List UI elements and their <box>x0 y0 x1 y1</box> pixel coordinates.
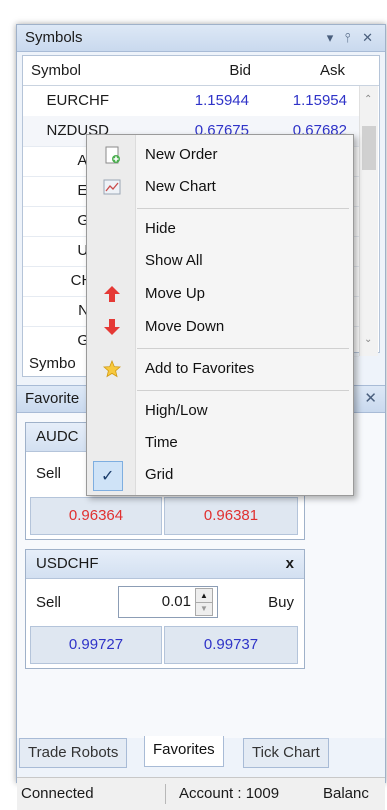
sell-label: Sell <box>36 594 62 611</box>
tile-symbol: AUDC <box>36 428 79 445</box>
buy-price-button[interactable]: 0.99737 <box>164 626 298 664</box>
increase-icon[interactable]: ▲ <box>195 588 213 603</box>
tile-header: USDCHF x <box>26 550 304 579</box>
menu-item-label: New Chart <box>145 178 216 195</box>
scroll-up-icon[interactable]: ⌃ <box>364 94 372 105</box>
row-bid: 1.15944 <box>194 92 249 109</box>
tab-trade-robots[interactable]: Trade Robots <box>19 738 128 768</box>
vertical-scrollbar[interactable]: ⌃ ⌄ <box>359 86 378 356</box>
menu-separator <box>137 348 349 349</box>
star-icon <box>103 360 121 378</box>
column-header-symbol[interactable]: Symbol <box>31 56 81 85</box>
buy-price-button[interactable]: 0.96381 <box>164 497 298 535</box>
connection-status: Connected <box>21 785 94 802</box>
symbols-panel-title: Symbols ▾ ⫯ ✕ <box>17 25 385 52</box>
decrease-icon[interactable]: ▼ <box>195 602 213 616</box>
menu-item-label: Grid <box>145 466 174 483</box>
column-header-ask[interactable]: Ask <box>320 56 345 85</box>
menu-item-label: Move Up <box>145 285 206 302</box>
menu-item-label: Move Down <box>145 318 225 335</box>
menu-item-add-to-favorites[interactable]: Add to Favorites <box>87 353 353 385</box>
row-symbol: EURCHF <box>46 92 110 109</box>
sell-price-button[interactable]: 0.99727 <box>30 626 162 664</box>
row-ask: 1.15954 <box>292 92 347 109</box>
menu-item-label: Add to Favorites <box>145 360 255 377</box>
menu-item-new-chart[interactable]: New Chart <box>87 171 353 203</box>
arrow-up-icon <box>104 286 120 302</box>
column-header-bid[interactable]: Bid <box>229 56 251 85</box>
close-icon[interactable]: ✕ <box>364 386 377 412</box>
menu-item-label: New Order <box>145 146 218 163</box>
check-icon: ✓ <box>101 468 115 485</box>
arrow-down-icon <box>104 319 120 335</box>
menu-item-new-order[interactable]: New Order <box>87 139 353 171</box>
symbols-title-text: Symbols <box>25 29 83 46</box>
menu-item-show-all[interactable]: Show All <box>87 245 353 277</box>
table-header: Symbol Bid Ask <box>23 56 379 86</box>
favorites-title-text: Favorite <box>25 390 80 407</box>
panel-window-controls-icon[interactable]: ▾ ⫯ ✕ <box>327 25 377 51</box>
scrollbar-thumb[interactable] <box>362 126 376 170</box>
tab-favorites[interactable]: Favorites <box>144 736 224 767</box>
menu-item-label: High/Low <box>145 402 208 419</box>
menu-item-high-low[interactable]: High/Low <box>87 395 353 427</box>
context-menu: New Order New Chart Hide Show All Move U… <box>86 134 354 496</box>
scroll-down-icon[interactable]: ⌄ <box>364 334 372 345</box>
menu-separator <box>137 390 349 391</box>
menu-separator <box>137 208 349 209</box>
favorite-tile-usdchf: USDCHF x Sell 0.01 ▲ ▼ Buy 0.99727 0.997… <box>25 549 305 669</box>
sell-price-button[interactable]: 0.96364 <box>30 497 162 535</box>
check-box: ✓ <box>93 461 123 491</box>
buy-label: Buy <box>268 594 294 611</box>
menu-item-time[interactable]: Time <box>87 427 353 459</box>
tab-tick-chart[interactable]: Tick Chart <box>243 738 329 768</box>
table-row[interactable]: EURCHF 1.15944 1.15954 <box>23 86 359 117</box>
status-divider <box>165 784 166 804</box>
account-label: Account : 1009 <box>179 785 280 802</box>
menu-item-label: Show All <box>145 252 203 269</box>
new-order-icon <box>105 146 120 164</box>
menu-item-label: Time <box>145 434 178 451</box>
status-bar: Connected Account : 1009 Balanc <box>17 777 385 810</box>
tile-symbol: USDCHF <box>36 555 99 572</box>
balance-label: Balanc <box>323 785 369 802</box>
new-chart-icon <box>103 179 121 195</box>
menu-item-move-down[interactable]: Move Down <box>87 311 353 343</box>
menu-item-move-up[interactable]: Move Up <box>87 278 353 310</box>
volume-value[interactable]: 0.01 <box>162 593 191 610</box>
tile-close-icon[interactable]: x <box>286 550 294 578</box>
volume-stepper[interactable]: 0.01 ▲ ▼ <box>118 586 218 618</box>
sell-label: Sell <box>36 465 62 482</box>
menu-item-hide[interactable]: Hide <box>87 213 353 245</box>
menu-item-label: Hide <box>145 220 176 237</box>
menu-item-grid[interactable]: ✓ Grid <box>87 459 353 491</box>
